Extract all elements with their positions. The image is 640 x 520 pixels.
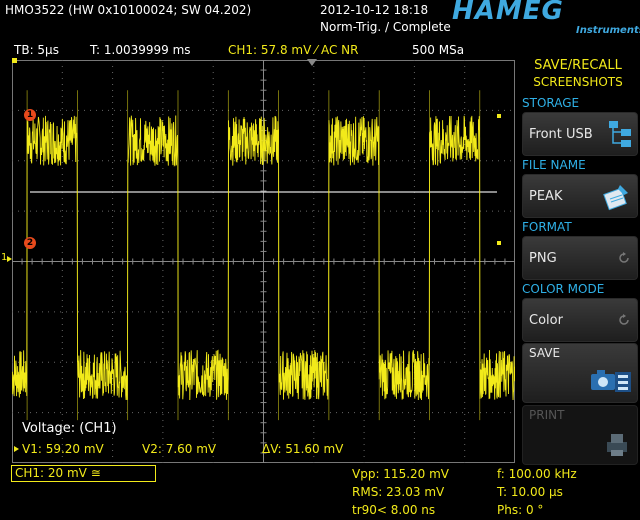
printer-icon	[607, 434, 627, 456]
measure-frequency: f: 100.00 kHz	[497, 467, 577, 481]
cycle-icon	[619, 252, 629, 263]
menu-title: SAVE/RECALL SCREENSHOTS	[520, 57, 636, 91]
cycle-icon	[619, 314, 629, 325]
filename-header: FILE NAME	[522, 158, 586, 172]
camera-save-icon	[591, 370, 631, 392]
cursor-readout-icon	[14, 446, 19, 452]
filename-button[interactable]: PEAK	[522, 174, 638, 218]
measure-tr90: tr90< 8.00 ns	[352, 503, 436, 517]
cursor-v2: V2: 7.60 mV	[142, 442, 217, 456]
format-button[interactable]: PNG	[522, 236, 638, 280]
storage-value: Front USB	[529, 127, 593, 142]
cursor-delta-v: ΔV: 51.60 mV	[262, 442, 344, 456]
cursor-v1: V1: 59.20 mV	[22, 442, 104, 456]
folder-tree-icon	[609, 121, 631, 147]
filename-value: PEAK	[529, 189, 563, 204]
cursor2-marker[interactable]: 2	[24, 237, 36, 249]
datetime: 2012-10-12 18:18	[320, 3, 429, 17]
cursor1-marker[interactable]: 1	[24, 109, 36, 121]
edit-document-icon	[603, 185, 628, 211]
cursor-readout-title: Voltage: (CH1)	[22, 421, 117, 436]
format-value: PNG	[529, 251, 557, 266]
print-label: PRINT	[529, 408, 565, 422]
trigger-position-icon	[307, 59, 317, 66]
menu-title-line2: SCREENSHOTS	[533, 75, 623, 89]
measure-vpp: Vpp: 115.20 mV	[352, 467, 450, 481]
storage-button[interactable]: Front USB	[522, 112, 638, 156]
measure-rms: RMS: 23.03 mV	[352, 485, 445, 499]
menu-title-line1: SAVE/RECALL	[534, 58, 622, 73]
cursor1-right-icon	[497, 114, 501, 118]
colormode-header: COLOR MODE	[522, 282, 605, 296]
brand-sub: Instruments	[576, 25, 640, 36]
sample-rate: 500 MSa	[412, 43, 465, 57]
scope-corner-icon	[12, 58, 17, 63]
save-label: SAVE	[529, 346, 561, 360]
brand-logo: HAMEG	[452, 0, 564, 26]
measure-period: T: 10.00 µs	[497, 485, 563, 499]
colormode-button[interactable]: Color	[522, 298, 638, 342]
timebase: TB: 5µs	[14, 43, 59, 57]
colormode-value: Color	[529, 313, 563, 328]
trigger-status: Norm-Trig. / Complete	[320, 20, 451, 34]
ch1-ground-arrow-icon	[7, 256, 12, 262]
save-button[interactable]: SAVE	[522, 343, 638, 403]
storage-header: STORAGE	[522, 96, 580, 110]
waveform-display[interactable]	[12, 60, 515, 463]
trigger-time: T: 1.0039999 ms	[90, 43, 191, 57]
measure-phase: Phs: 0 °	[497, 503, 544, 517]
channel-info: CH1: 57.8 mV ⁄ AC NR	[228, 43, 359, 57]
device-info: HMO3522 (HW 0x10100024; SW 04.202)	[5, 3, 252, 17]
ch1-scale-box[interactable]: CH1: 20 mV ≅	[11, 465, 156, 482]
cursor2-right-icon	[497, 241, 501, 245]
format-header: FORMAT	[522, 220, 572, 234]
print-button[interactable]: PRINT	[522, 405, 638, 465]
